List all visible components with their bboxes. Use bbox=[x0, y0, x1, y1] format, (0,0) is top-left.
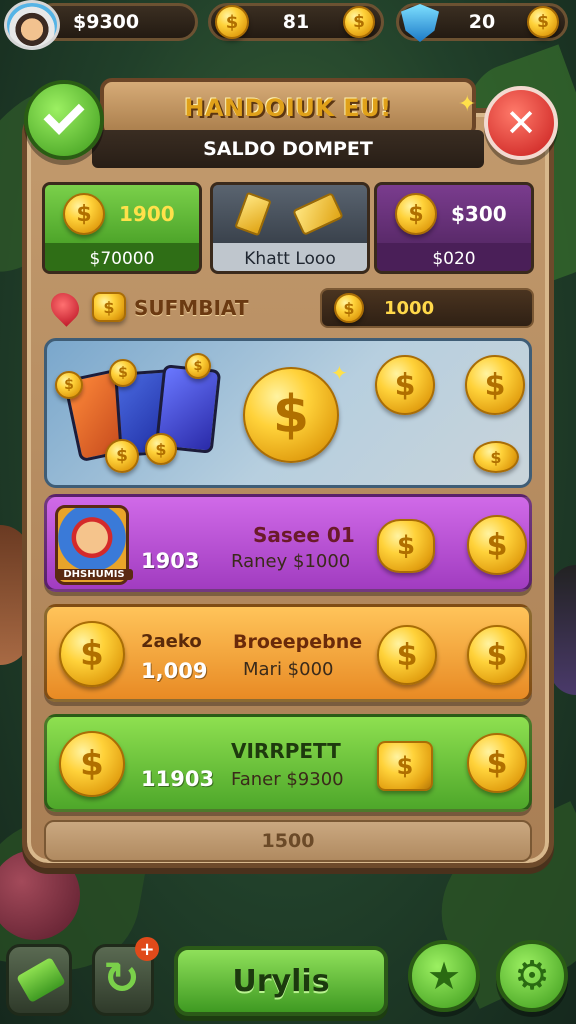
big-coin-icon: $ bbox=[243, 367, 339, 463]
stat-box-cash[interactable]: $ $300 $020 bbox=[374, 182, 534, 274]
offer-title: Sasee 01 bbox=[253, 523, 355, 547]
offer-row[interactable]: DHSHUMIS 1903 Sasee 01 Raney $1000 $ $ bbox=[44, 494, 532, 592]
coin-icon: $ bbox=[105, 439, 139, 473]
shields-counter[interactable]: 20 $ bbox=[396, 3, 568, 42]
stat-caption: $020 bbox=[377, 243, 531, 271]
check-icon bbox=[43, 93, 85, 135]
refresh-icon: ↻ bbox=[103, 953, 140, 1004]
offer-subtitle: Faner $9300 bbox=[231, 769, 344, 790]
main-action-button[interactable]: Urylis bbox=[174, 946, 388, 1016]
treasure-chest-icon: $ bbox=[377, 741, 433, 791]
gems-value: 81 bbox=[282, 11, 310, 33]
stat-caption: Khatt Looo bbox=[213, 243, 367, 271]
panel-subtitle: SALDO DOMPET bbox=[92, 130, 484, 168]
bottom-total-value: 1500 bbox=[261, 830, 315, 852]
offer-subtitle: Mari $000 bbox=[243, 659, 334, 680]
coin-icon: $ bbox=[395, 193, 437, 235]
top-resource-bar: $9300 $ 81 $ 20 $ bbox=[0, 0, 576, 50]
summary-label: SUFMBIAT bbox=[134, 296, 249, 320]
sparkle-icon: ✦ bbox=[331, 361, 348, 385]
stat-value: 1900 bbox=[119, 202, 175, 226]
favorites-button[interactable]: ★ bbox=[408, 940, 480, 1012]
confirm-button[interactable] bbox=[24, 80, 104, 160]
summary-row: $ SUFMBIAT $ 1000 bbox=[45, 287, 534, 330]
coin-icon: $ bbox=[185, 353, 211, 379]
gems-counter[interactable]: $ 81 $ bbox=[208, 3, 384, 41]
character-badge-label: DHSHUMIS bbox=[55, 569, 133, 580]
stat-value: $300 bbox=[451, 202, 507, 226]
stat-box-gold-bars[interactable]: Khatt Looo bbox=[210, 182, 370, 274]
offer-amount: 1903 bbox=[141, 549, 200, 573]
close-button[interactable]: ✕ bbox=[484, 86, 558, 160]
coin-icon: $ bbox=[467, 515, 527, 575]
settings-button[interactable]: ⚙ bbox=[496, 940, 568, 1012]
offer-title: Broeepebne bbox=[233, 631, 363, 653]
coin-icon: $ bbox=[59, 621, 125, 687]
inventory-button[interactable] bbox=[6, 944, 72, 1016]
coin-add-icon[interactable]: $ bbox=[343, 6, 375, 38]
coin-icon: $ bbox=[59, 731, 125, 797]
refresh-button[interactable]: ↻ + bbox=[92, 937, 159, 1016]
coin-icon: $ bbox=[465, 355, 525, 415]
bottom-total-strip: 1500 bbox=[44, 820, 532, 862]
coin-icon: $ bbox=[334, 293, 364, 323]
offer-title: VIRRPETT bbox=[231, 739, 341, 763]
offer-amount: 11903 bbox=[141, 767, 215, 791]
gold-bar-icon bbox=[234, 191, 272, 237]
offer-row[interactable]: $ 2aeko 1,009 Broeepebne Mari $000 $ $ bbox=[44, 604, 532, 702]
coin-icon: $ bbox=[467, 625, 527, 685]
ticket-icon bbox=[16, 957, 66, 1003]
featured-banner[interactable]: $ $ $ $ $ $ ✦ $ $ $ bbox=[44, 338, 532, 488]
summary-total-value: 1000 bbox=[384, 297, 435, 319]
offer-tag: 2aeko bbox=[141, 631, 202, 652]
panel-title: HANDOIUK EU! bbox=[100, 78, 476, 138]
coins-value: $9300 bbox=[73, 11, 140, 33]
coin-icon: $ bbox=[145, 433, 177, 465]
coin-icon: $ bbox=[63, 193, 105, 235]
notification-plus-icon: + bbox=[135, 937, 159, 961]
location-pin-icon bbox=[45, 287, 85, 327]
coin-icon: $ bbox=[377, 625, 437, 685]
star-icon: ★ bbox=[426, 954, 462, 998]
gold-ticket-icon bbox=[292, 192, 344, 236]
stat-box-coins[interactable]: $ 1900 $70000 bbox=[42, 182, 202, 274]
shields-value: 20 bbox=[468, 11, 496, 33]
coin-add-icon[interactable]: $ bbox=[527, 6, 559, 38]
coin-icon: $ bbox=[375, 355, 435, 415]
coin-stack-icon: $ bbox=[377, 519, 435, 573]
coin-icon: $ bbox=[109, 359, 137, 387]
sparkle-icon: ✦ bbox=[458, 92, 477, 117]
stat-caption: $70000 bbox=[45, 243, 199, 271]
shield-icon bbox=[401, 4, 439, 42]
coin-icon: $ bbox=[467, 733, 527, 793]
close-icon: ✕ bbox=[505, 101, 537, 145]
coin-icon: $ bbox=[215, 5, 249, 39]
coin-icon: $ bbox=[55, 371, 83, 399]
player-avatar[interactable] bbox=[4, 0, 60, 50]
offer-row[interactable]: $ 11903 VIRRPETT Faner $9300 $ $ bbox=[44, 714, 532, 812]
coin-stack-icon: $ bbox=[92, 292, 126, 322]
offer-amount: 1,009 bbox=[141, 659, 208, 683]
coin-icon: $ bbox=[473, 441, 519, 473]
offer-subtitle: Raney $1000 bbox=[231, 551, 351, 572]
gear-icon: ⚙ bbox=[514, 953, 550, 999]
summary-total: $ 1000 bbox=[320, 288, 534, 328]
